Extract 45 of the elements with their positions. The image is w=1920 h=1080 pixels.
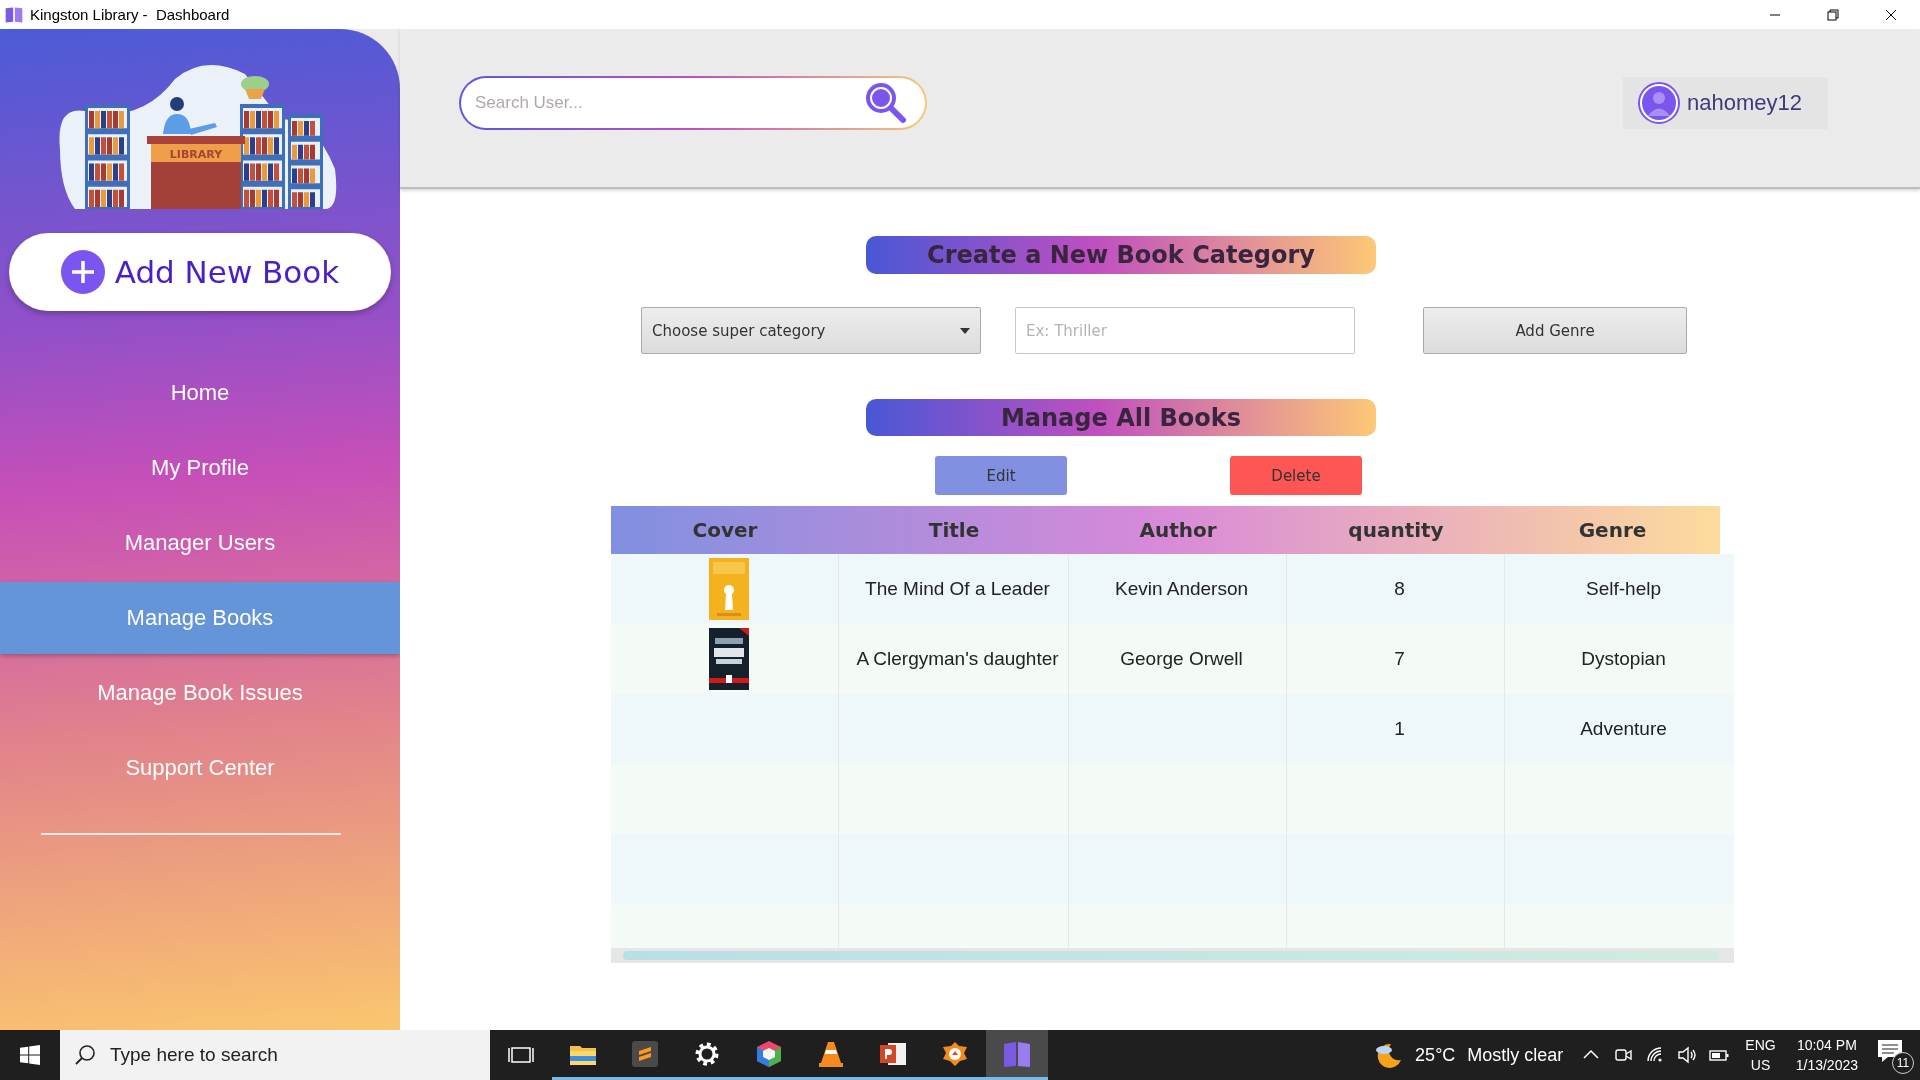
caret-icon [960,327,970,334]
avatar-icon [1637,81,1681,125]
clock[interactable]: 10:04 PM 1/13/2023 [1795,1035,1858,1075]
add-book-button[interactable]: Add New Book [9,233,391,311]
weather-condition: Mostly clear [1467,1044,1564,1066]
search-field[interactable]: Search User... [473,92,857,114]
genre-field[interactable]: Ex: Thriller [1015,307,1355,354]
nav-item[interactable]: Manager Users [0,507,400,579]
close-icon[interactable] [1885,8,1897,21]
nav-item[interactable]: Home [0,357,400,429]
section-title: Create a New Book Category [866,236,1376,274]
taskbar-search-box[interactable]: Type here to search [60,1030,490,1080]
edit-button[interactable]: Edit [935,456,1067,495]
column-header: Cover [691,517,759,544]
column-header: Genre [1577,517,1648,544]
column-header: quantity [1347,517,1445,544]
weather-temperature: 25°C [1415,1044,1456,1066]
column-header: Author [1138,517,1218,544]
section-title: Manage All Books [866,399,1376,436]
nav-item[interactable]: Manage Books [0,582,400,654]
table-cell-text: Self-help [1585,577,1662,601]
user-chip[interactable]: nahomey12 [1623,77,1828,129]
add-genre-button[interactable]: Add Genre [1423,307,1687,354]
editor-icon [630,1038,660,1069]
super-category-dropdown[interactable]: Choose super category [641,307,981,354]
search-box[interactable]: Search User... [459,76,927,130]
delete-button[interactable]: Delete [1230,456,1362,495]
search-icon[interactable] [74,1044,96,1066]
nav-item[interactable]: Support Center [0,732,400,804]
notification-count: 11 [1892,1052,1914,1074]
language-indicator[interactable]: ENG US [1745,1035,1776,1075]
table-cell-text: Adventure [1579,717,1668,741]
nav-item[interactable]: My Profile [0,432,400,504]
table-cell-text: Dystopian [1580,647,1667,671]
window-title: Kingston Library - Dashboard [30,6,230,23]
horizontal-scrollbar[interactable] [611,948,1734,963]
restore-icon[interactable] [1827,8,1839,21]
column-header: Title [927,517,981,544]
speaker-icon[interactable] [1677,1045,1698,1065]
taskbar-search-field[interactable]: Type here to search [108,1043,357,1067]
cube-icon [754,1038,784,1069]
nav-item[interactable]: Manage Book Issues [0,657,400,729]
windows-logo-icon[interactable] [20,1045,40,1065]
user-name: nahomey12 [1687,90,1802,116]
plus-icon [60,250,105,294]
